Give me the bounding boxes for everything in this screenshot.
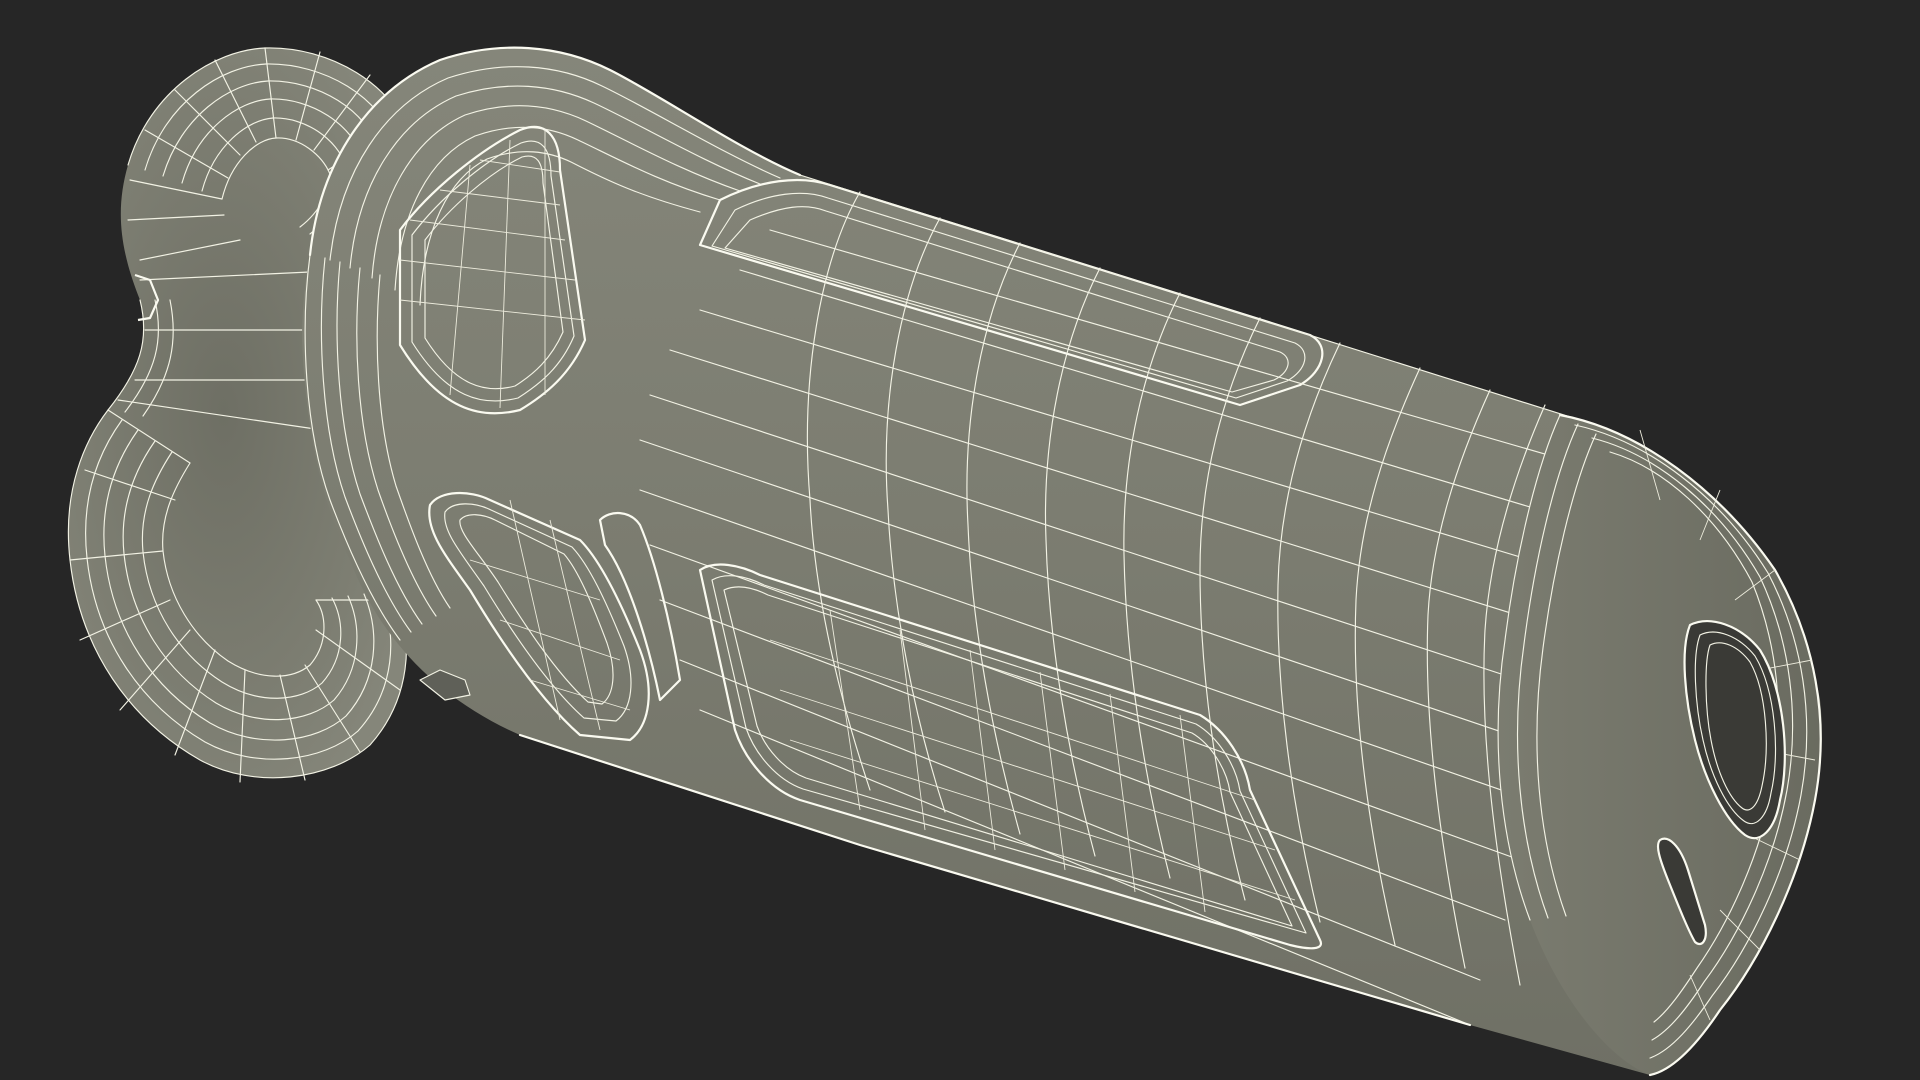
wireframe-render (67, 46, 1822, 1077)
render-viewport (0, 0, 1920, 1080)
